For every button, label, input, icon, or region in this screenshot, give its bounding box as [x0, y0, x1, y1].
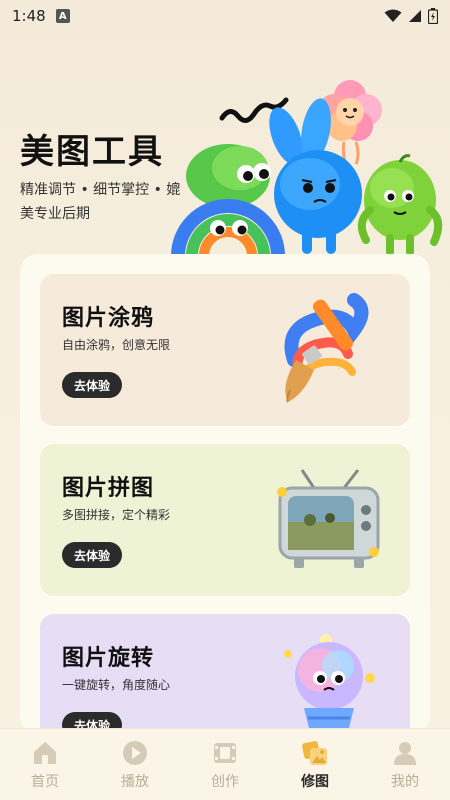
card-description: 一键旋转，角度随心 [62, 678, 171, 692]
wifi-icon [384, 9, 402, 22]
nav-photo-edit[interactable]: 修图 [280, 739, 350, 791]
cute-character-icon [284, 634, 375, 734]
status-bar: 1:48 A [0, 0, 450, 32]
nav-profile[interactable]: 我的 [370, 739, 440, 791]
photo-edit-icon [302, 740, 327, 765]
nav-label: 修图 [301, 773, 329, 790]
nav-label: 创作 [211, 773, 239, 790]
card-doodle[interactable]: 图片涂鸦 自由涂鸦，创意无限 去体验 [40, 274, 410, 426]
nav-label: 首页 [31, 773, 59, 790]
retro-tv-icon [277, 469, 380, 568]
card-title: 图片旋转 [62, 646, 155, 671]
status-icons [384, 8, 438, 24]
home-icon [34, 741, 56, 764]
bottom-navigation: 首页 播放 创作 修图 我的 [0, 728, 450, 800]
card-title: 图片拼图 [62, 476, 155, 501]
page-title: 美图工具 [20, 132, 164, 172]
notification-a-icon: A [55, 9, 70, 23]
paintbrush-icon [284, 293, 369, 403]
signal-icon [409, 10, 421, 22]
status-time: 1:48 [12, 7, 46, 25]
nav-home[interactable]: 首页 [10, 739, 80, 791]
play-icon [123, 740, 147, 765]
card-collage[interactable]: 图片拼图 多图拼接，定个精彩 去体验 [40, 444, 410, 596]
hero-mascots-illustration [171, 80, 443, 257]
nav-create[interactable]: 创作 [190, 739, 260, 791]
film-icon [214, 742, 236, 763]
page-subtitle: 精准调节 • 细节掌控 • 媲美专业后期 [20, 182, 181, 222]
tools-panel: 图片涂鸦 自由涂鸦，创意无限 去体验 图片拼图 多图拼接，定个精彩 去体验 图片… [20, 254, 430, 734]
card-rotate[interactable]: 图片旋转 一键旋转，角度随心 去体验 [40, 614, 410, 734]
card-title: 图片涂鸦 [62, 306, 155, 331]
nav-play[interactable]: 播放 [100, 739, 170, 791]
nav-label: 播放 [121, 773, 149, 790]
try-button[interactable]: 去体验 [62, 542, 123, 568]
card-description: 多图拼接，定个精彩 [62, 508, 171, 522]
profile-icon [394, 741, 416, 765]
try-button[interactable]: 去体验 [62, 372, 123, 398]
battery-icon [428, 8, 438, 24]
nav-label: 我的 [391, 773, 419, 790]
card-description: 自由涂鸦，创意无限 [62, 338, 171, 352]
